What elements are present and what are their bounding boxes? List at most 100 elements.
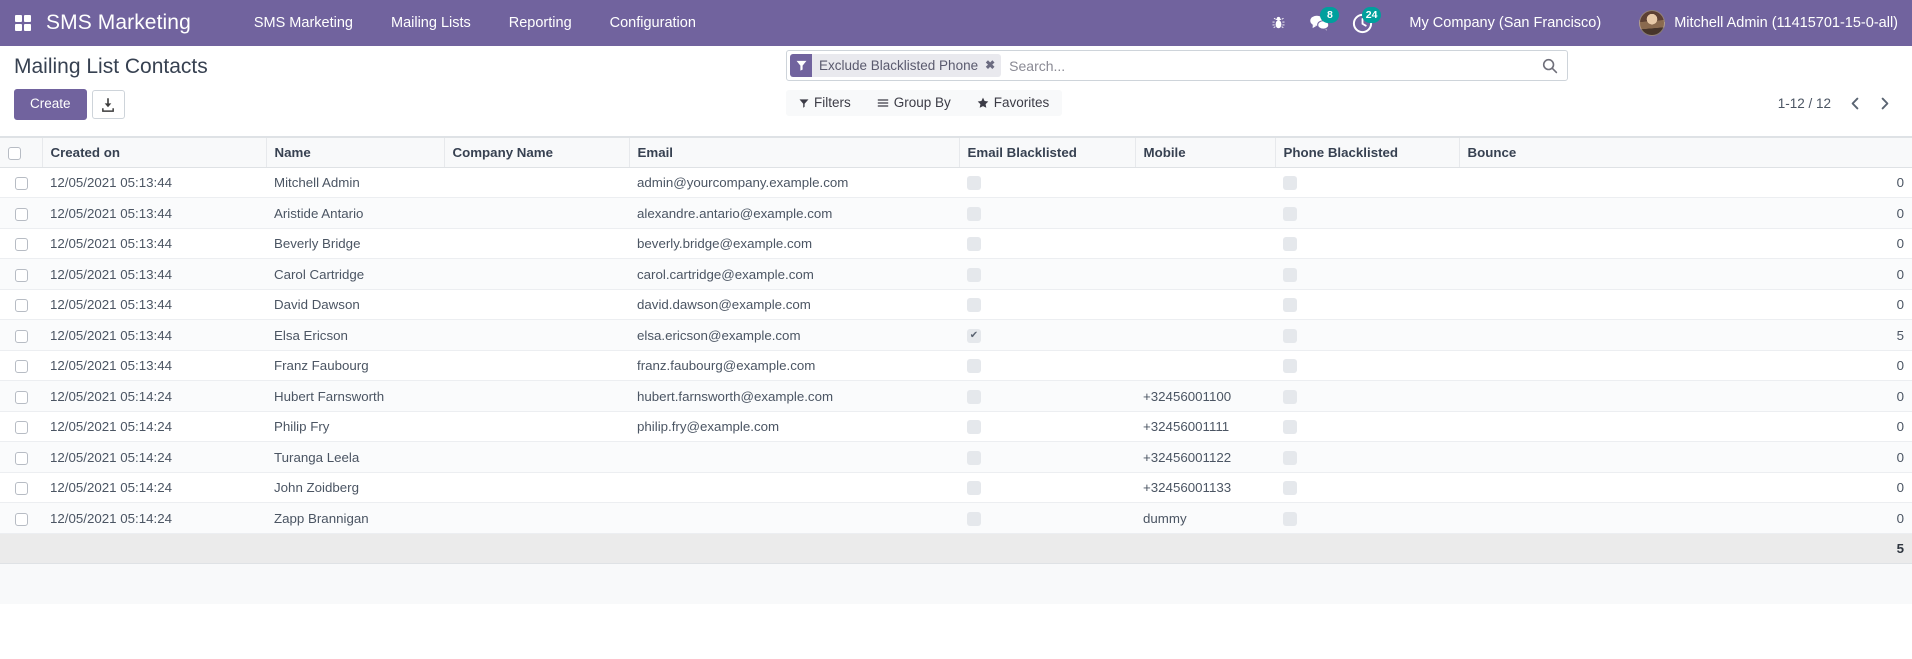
row-select-checkbox[interactable] [14,360,28,374]
cell-created-on: 12/05/2021 05:14:24 [42,380,266,412]
company-switcher[interactable]: My Company (San Francisco) [1383,15,1621,31]
cell-bounce: 0 [1459,167,1912,199]
table-head: Created on Name Company Name Email Email… [0,137,1912,168]
checkbox-unchecked-icon[interactable] [1283,420,1297,435]
activities-button[interactable]: 24 [1341,0,1383,46]
checkbox-unchecked-icon[interactable] [967,481,981,496]
row-select-checkbox[interactable] [14,512,28,526]
table-row[interactable]: 12/05/2021 05:14:24 Philip Fry philip.fry@… [0,411,1912,443]
search-facet-exclude-blacklisted-phone[interactable]: Exclude Blacklisted Phone ✖ [790,54,1002,77]
cell-company-name [444,472,629,504]
table-row[interactable]: 12/05/2021 05:13:44 Franz Faubourg franz.f… [0,350,1912,382]
cell-created-on: 12/05/2021 05:14:24 [42,472,266,504]
groupby-label: Group By [893,95,951,110]
cell-bounce: 0 [1459,502,1912,534]
table-row[interactable]: 12/05/2021 05:13:44 Mitchell Admin admin@y… [0,167,1912,199]
checkbox-unchecked-icon[interactable] [1283,298,1297,313]
column-header-mobile[interactable]: Mobile [1134,137,1275,168]
import-records-button[interactable] [91,90,125,120]
pager-value[interactable]: 1-12 / 12 [1769,96,1840,111]
row-select-checkbox[interactable] [14,451,28,465]
column-header-name[interactable]: Name [265,137,444,168]
checkbox-unchecked-icon[interactable] [967,389,981,404]
favorites-dropdown[interactable]: Favorites [964,90,1063,116]
row-select-checkbox[interactable] [14,390,28,404]
nav-menu-mailing-lists[interactable]: Mailing Lists [372,0,490,46]
checkbox-unchecked-icon[interactable] [967,450,981,465]
row-select-checkbox[interactable] [14,329,28,343]
column-header-email-blacklisted[interactable]: Email Blacklisted [958,137,1135,168]
pager-next-button[interactable] [1871,90,1898,116]
checkbox-unchecked-icon[interactable] [1283,206,1297,221]
column-header-email[interactable]: Email [628,137,959,168]
checkbox-unchecked-icon[interactable] [1283,176,1297,191]
row-select-checkbox[interactable] [14,177,28,191]
cell-email-blacklisted [959,411,1135,443]
table-row[interactable]: 12/05/2021 05:13:44 Beverly Bridge beverly… [0,228,1912,260]
checkbox-unchecked-icon[interactable] [1283,328,1297,343]
nav-menu-sms-marketing[interactable]: SMS Marketing [235,0,372,46]
cell-email: beverly.bridge@example.com [629,228,959,260]
row-select-cell [0,441,42,473]
nav-menu-reporting[interactable]: Reporting [490,0,591,46]
checkbox-unchecked-icon[interactable] [967,420,981,435]
table-row[interactable]: 12/05/2021 05:14:24 Turanga Leela +3245600… [0,441,1912,473]
checkbox-unchecked-icon[interactable] [967,267,981,282]
checkbox-unchecked-icon[interactable] [967,359,981,374]
search-view[interactable]: Exclude Blacklisted Phone ✖ [786,50,1568,81]
checkbox-checked-icon[interactable]: ✔ [967,328,981,343]
cell-bounce: 0 [1459,197,1912,229]
cell-company-name [444,441,629,473]
cell-email: philip.fry@example.com [629,411,959,443]
row-select-checkbox[interactable] [14,207,28,221]
row-select-checkbox[interactable] [14,299,28,313]
row-select-checkbox[interactable] [14,238,28,252]
apps-grid-icon [15,15,31,31]
column-header-created-on[interactable]: Created on [41,137,266,168]
checkbox-unchecked-icon[interactable] [1283,359,1297,374]
search-input[interactable] [1001,51,1533,80]
checkbox-unchecked-icon[interactable] [1283,511,1297,526]
checkbox-unchecked-icon[interactable] [1283,389,1297,404]
apps-menu-toggle[interactable] [0,0,46,46]
table-row[interactable]: 12/05/2021 05:14:24 Hubert Farnsworth hube… [0,380,1912,412]
column-header-bounce[interactable]: Bounce [1458,137,1912,168]
row-select-checkbox[interactable] [14,421,28,435]
row-select-checkbox[interactable] [14,482,28,496]
checkbox-unchecked-icon[interactable] [967,511,981,526]
row-select-checkbox[interactable] [14,268,28,282]
table-row[interactable]: 12/05/2021 05:14:24 John Zoidberg +3245600… [0,472,1912,504]
page-title: Mailing List Contacts [14,55,208,78]
select-all-checkbox[interactable] [8,146,21,160]
pager-previous-button[interactable] [1842,90,1869,116]
cell-email-blacklisted [959,228,1135,260]
create-button[interactable]: Create [14,89,87,121]
user-menu[interactable]: Mitchell Admin (11415701-15-0-all) [1621,10,1898,36]
table-row[interactable]: 12/05/2021 05:13:44 David Dawson david.daw… [0,289,1912,321]
column-header-company-name[interactable]: Company Name [443,137,629,168]
table-row[interactable]: 12/05/2021 05:14:24 Zapp Brannigan dummy 0 [0,502,1912,534]
debug-bug-button[interactable] [1257,0,1299,46]
cell-company-name [444,197,629,229]
column-header-phone-blacklisted[interactable]: Phone Blacklisted [1274,137,1459,168]
filters-dropdown[interactable]: Filters [786,90,864,116]
cell-name: John Zoidberg [266,472,444,504]
table-row[interactable]: 12/05/2021 05:13:44 Aristide Antario alexa… [0,197,1912,229]
close-x-icon[interactable]: ✖ [985,58,995,72]
checkbox-unchecked-icon[interactable] [967,176,981,191]
checkbox-unchecked-icon[interactable] [967,206,981,221]
nav-menu-configuration[interactable]: Configuration [591,0,715,46]
groupby-dropdown[interactable]: Group By [864,90,964,116]
checkbox-unchecked-icon[interactable] [1283,237,1297,252]
checkbox-unchecked-icon[interactable] [1283,481,1297,496]
checkbox-unchecked-icon[interactable] [967,237,981,252]
cell-bounce: 5 [1459,319,1912,351]
checkbox-unchecked-icon[interactable] [967,298,981,313]
search-submit-button[interactable] [1533,51,1567,80]
messages-button[interactable]: 8 [1299,0,1341,46]
table-row[interactable]: 12/05/2021 05:13:44 Carol Cartridge carol.… [0,258,1912,290]
table-row[interactable]: 12/05/2021 05:13:44 Elsa Ericson elsa.eric… [0,319,1912,351]
checkbox-unchecked-icon[interactable] [1283,450,1297,465]
checkbox-unchecked-icon[interactable] [1283,267,1297,282]
cell-mobile [1135,319,1275,351]
